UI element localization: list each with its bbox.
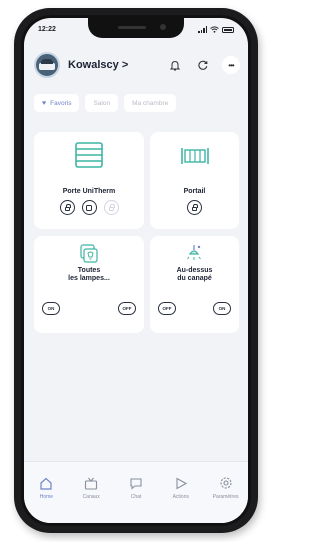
room-tabs: ♥ Favoris Salon Ma chambre (34, 94, 177, 112)
lock-icon (192, 203, 198, 211)
lock-icon (108, 203, 115, 211)
phone-bezel: 12:22 Kowalscy > ••• ♥ Favoris Salon Ma … (21, 15, 251, 526)
tab-salon[interactable]: Salon (85, 94, 119, 112)
tab-parametres[interactable]: Paramètres (208, 476, 244, 523)
stop-button[interactable] (81, 200, 97, 215)
gate-controls (150, 200, 239, 215)
tab-ma-chambre[interactable]: Ma chambre (124, 94, 177, 112)
bottom-tab-bar: Home Canaux Chat Actions Paramètres (24, 461, 248, 523)
camera (160, 24, 166, 30)
device-card-au-dessus-du-canape[interactable]: Au-dessus du canapé OFF ON (150, 236, 239, 333)
more-options-icon[interactable]: ••• (222, 56, 240, 74)
notch (88, 18, 184, 38)
status-time: 12:22 (38, 26, 56, 33)
signal-icon (198, 26, 207, 33)
phone-frame: 12:22 Kowalscy > ••• ♥ Favoris Salon Ma … (14, 8, 258, 533)
lock-icon (64, 203, 71, 211)
device-name: Au-dessus du canapé (176, 267, 213, 282)
device-card-toutes-les-lampes[interactable]: Toutes les lampes... ON OFF (34, 236, 144, 333)
device-name: Porte UniTherm (62, 188, 116, 195)
speaker (118, 26, 146, 29)
off-button[interactable]: OFF (158, 302, 176, 315)
wifi-icon (210, 26, 219, 33)
device-card-portail[interactable]: Portail (150, 132, 239, 229)
stop-icon (86, 204, 92, 211)
lamp-group-icon (79, 244, 99, 269)
heart-icon: ♥ (42, 99, 47, 107)
play-icon (173, 476, 189, 490)
gate-icon (180, 146, 210, 171)
header-actions: ••• (166, 56, 240, 74)
chat-icon (128, 476, 144, 490)
lock-button[interactable] (59, 200, 75, 215)
tab-actions[interactable]: Actions (163, 476, 199, 523)
bell-icon[interactable] (166, 56, 184, 74)
tv-icon (83, 476, 99, 490)
garage-door-icon (75, 142, 103, 173)
device-name: Portail (183, 188, 206, 195)
light-controls: OFF ON (158, 302, 231, 315)
on-button[interactable]: ON (42, 302, 60, 315)
app-header: Kowalscy > ••• (34, 50, 240, 80)
device-name: Toutes les lampes... (68, 267, 110, 282)
unlock-button[interactable] (103, 200, 119, 215)
tab-chat[interactable]: Chat (118, 476, 154, 523)
door-controls (34, 200, 144, 215)
device-grid: Porte UniTherm Portail Toutes les lampes… (34, 132, 240, 333)
device-card-porte-unitherm[interactable]: Porte UniTherm (34, 132, 144, 229)
on-button[interactable]: ON (213, 302, 231, 315)
tab-canaux[interactable]: Canaux (73, 476, 109, 523)
refresh-icon[interactable] (194, 56, 212, 74)
home-avatar[interactable] (34, 52, 60, 78)
settings-gear-icon (218, 476, 234, 490)
lock-button[interactable] (187, 200, 202, 215)
app-screen: 12:22 Kowalscy > ••• ♥ Favoris Salon Ma … (24, 18, 248, 523)
off-button[interactable]: OFF (118, 302, 136, 315)
battery-icon (222, 26, 234, 33)
home-icon (38, 476, 54, 490)
tab-favoris[interactable]: ♥ Favoris (34, 94, 80, 112)
lamp-controls: ON OFF (42, 302, 136, 315)
status-icons (198, 26, 234, 33)
ceiling-light-icon (186, 244, 204, 269)
home-name-button[interactable]: Kowalscy > (68, 59, 128, 71)
tab-home[interactable]: Home (28, 476, 64, 523)
